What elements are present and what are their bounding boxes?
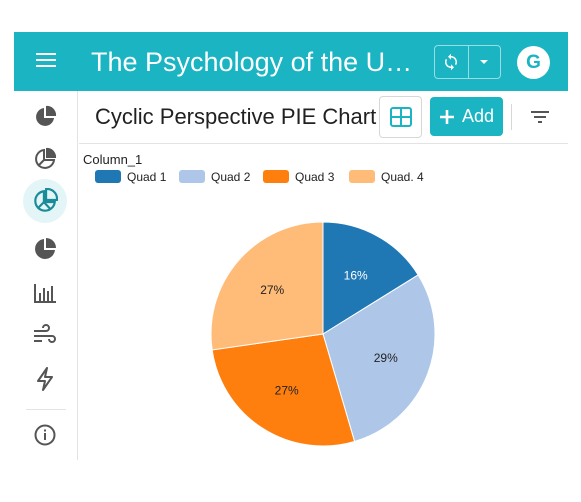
- chart-area: Column_1 Quad 1 Quad 2 Quad 3 Quad. 4 16% 29…: [79, 145, 568, 460]
- toolbar-divider: [511, 104, 512, 130]
- sidebar-divider: [26, 409, 66, 410]
- sidebar-item-pie-quarter[interactable]: [22, 229, 68, 269]
- info-icon: [34, 424, 56, 446]
- add-button-label: Add: [461, 106, 495, 126]
- chart-toolbar: Cyclic Perspective PIE Chart Add: [79, 91, 568, 144]
- add-button[interactable]: Add: [430, 97, 503, 136]
- legend-label[interactable]: Quad 1: [127, 170, 167, 184]
- pie-chart-quarter-icon: [35, 238, 56, 259]
- chart-page-title: Cyclic Perspective PIE Chart: [95, 104, 377, 129]
- pie-chart-outline-icon: [34, 188, 58, 212]
- main-content: Cyclic Perspective PIE Chart Add Column_…: [79, 91, 568, 460]
- pie-chart-exploded-icon: [35, 147, 57, 169]
- pie-chart-icon: [36, 105, 57, 126]
- grid-view-icon: [389, 107, 412, 127]
- sync-icon: [445, 53, 458, 71]
- sidebar-item-bar-chart[interactable]: [22, 273, 68, 313]
- slice-label: 27%: [260, 283, 284, 297]
- legend-swatch[interactable]: [95, 170, 121, 183]
- top-app-bar: The Psychology of the Unive... G: [14, 32, 568, 91]
- pie-slices: [210, 221, 436, 447]
- legend-swatch[interactable]: [349, 170, 375, 183]
- menu-icon: [32, 53, 60, 67]
- slice-label: 27%: [275, 384, 299, 398]
- app-title: The Psychology of the Unive...: [91, 47, 426, 77]
- sidebar-item-lightning[interactable]: [22, 359, 68, 399]
- legend-label[interactable]: Quad 2: [211, 170, 251, 184]
- sidebar: [14, 91, 78, 460]
- sidebar-item-info[interactable]: [22, 415, 68, 455]
- legend-label[interactable]: Quad. 4: [381, 170, 424, 184]
- legend-swatch[interactable]: [179, 170, 205, 183]
- sync-options-button[interactable]: [469, 46, 501, 78]
- sidebar-item-pie-exploded[interactable]: [22, 139, 68, 179]
- sync-button[interactable]: [435, 46, 469, 78]
- legend-label[interactable]: Quad 3: [295, 170, 335, 184]
- menu-button[interactable]: [32, 49, 60, 75]
- grid-view-button[interactable]: [379, 96, 422, 138]
- sync-split-button: [434, 45, 501, 79]
- filter-button[interactable]: [527, 105, 553, 129]
- user-avatar[interactable]: G: [517, 46, 550, 79]
- slice-label: 16%: [344, 268, 368, 282]
- pie-chart: Column_1 Quad 1 Quad 2 Quad 3 Quad. 4 16% 29…: [83, 152, 436, 447]
- sidebar-item-pie-chart[interactable]: [22, 97, 68, 137]
- chart-legend: Quad 1 Quad 2 Quad 3 Quad. 4: [95, 170, 424, 184]
- caret-down-icon: [480, 60, 489, 64]
- app-window: The Psychology of the Unive... G Cyclic …: [14, 32, 568, 460]
- sidebar-item-pie-outline[interactable]: [23, 179, 67, 223]
- filter-icon: [531, 111, 549, 123]
- sidebar-item-wind[interactable]: [22, 315, 68, 355]
- legend-swatch[interactable]: [263, 170, 289, 183]
- lightning-icon: [37, 367, 53, 391]
- wind-icon: [34, 324, 56, 343]
- bar-chart-icon: [34, 284, 56, 303]
- chart-title: Column_1: [83, 152, 142, 167]
- slice-label: 29%: [374, 351, 398, 365]
- plus-icon: [439, 109, 454, 124]
